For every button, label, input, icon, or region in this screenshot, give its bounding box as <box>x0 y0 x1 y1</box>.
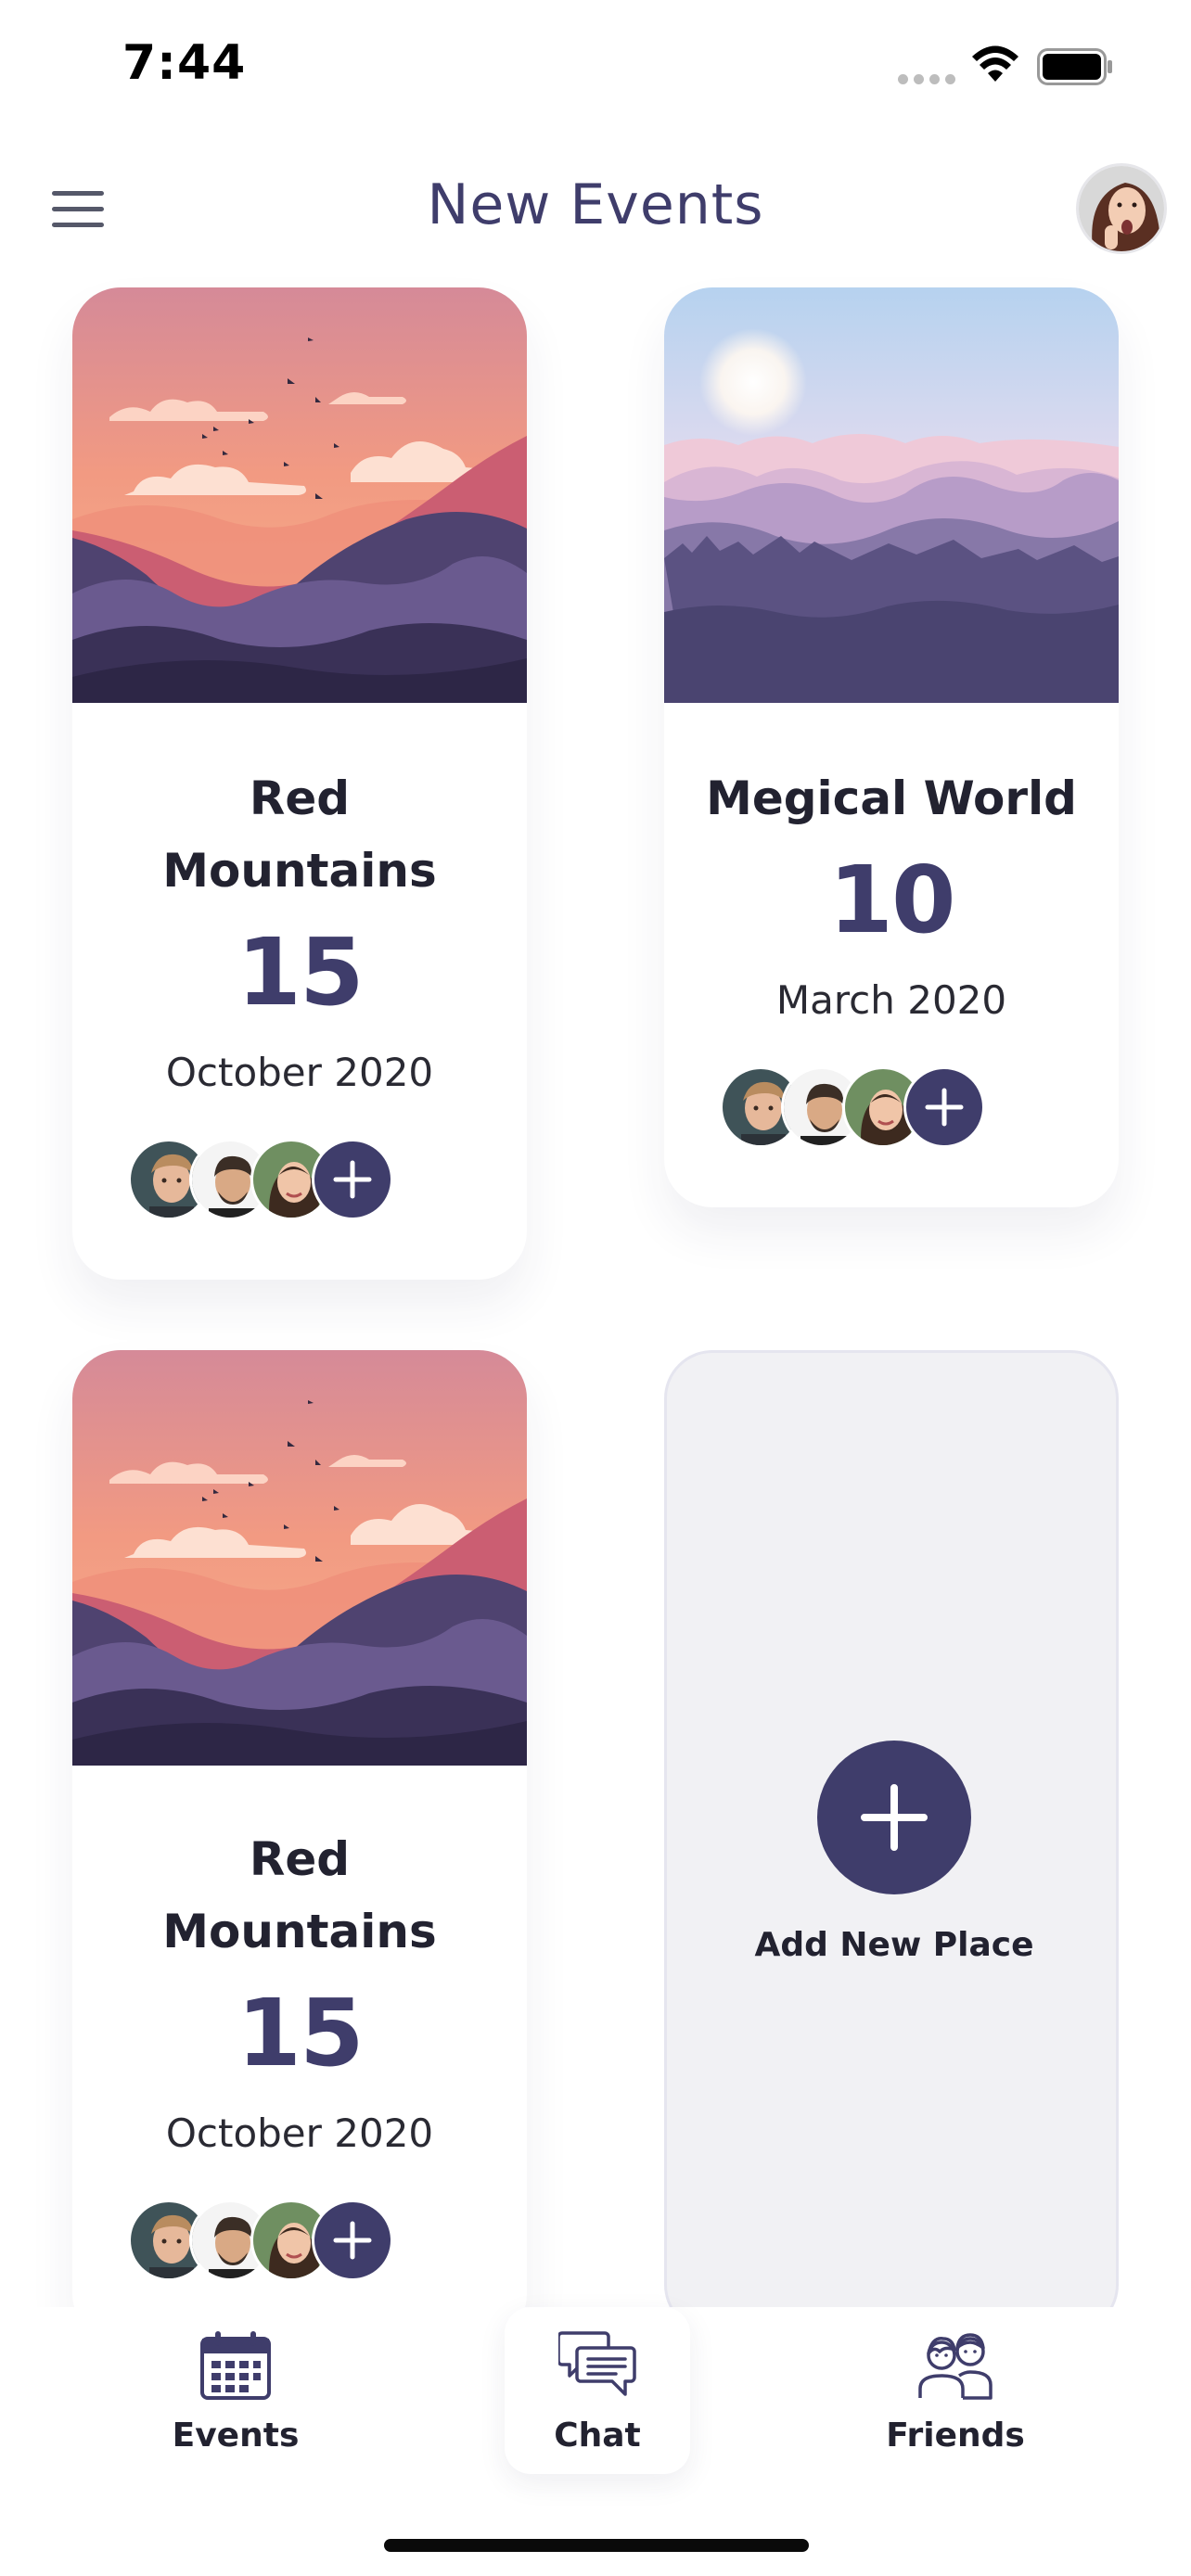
nav-item-events[interactable]: Events <box>143 2307 328 2474</box>
calendar-icon <box>200 2331 271 2400</box>
plus-icon <box>925 1088 964 1127</box>
event-month: October 2020 <box>165 1050 434 1095</box>
event-day: 10 <box>828 846 955 954</box>
plus-icon <box>333 2221 372 2260</box>
event-image <box>72 1350 527 1766</box>
event-image <box>664 287 1119 703</box>
event-card[interactable]: Megical World 10 March 2020 <box>664 287 1119 1207</box>
event-month: October 2020 <box>165 2111 434 2156</box>
event-day: 15 <box>237 918 364 1027</box>
event-card[interactable]: Red Mountains 15 October 2020 <box>72 1350 527 2342</box>
participants-group <box>128 1139 406 1220</box>
nav-item-chat[interactable]: Chat <box>505 2307 690 2474</box>
event-title-line2: Mountains <box>162 1905 437 1958</box>
nav-item-friends[interactable]: Friends <box>863 2307 1048 2474</box>
nav-label-friends: Friends <box>886 2417 1025 2455</box>
event-title: Red <box>249 1832 351 1886</box>
wifi-icon <box>972 45 1018 82</box>
event-title-line2: Mountains <box>162 844 437 898</box>
battery-icon <box>1037 48 1112 85</box>
event-title: Red <box>249 772 351 825</box>
status-bar: 7:44 <box>0 0 1191 139</box>
cellular-signal-icon <box>898 74 955 84</box>
plus-icon <box>333 1160 372 1199</box>
chat-icon <box>558 2331 636 2396</box>
participants-group <box>720 1066 998 1148</box>
participants-group <box>128 2200 406 2281</box>
add-participant-button[interactable] <box>312 1139 393 1220</box>
nav-label-chat: Chat <box>554 2417 641 2455</box>
nav-label-events: Events <box>172 2417 300 2455</box>
friends-icon <box>918 2333 992 2400</box>
event-image <box>72 287 527 703</box>
event-month: March 2020 <box>775 977 1007 1023</box>
bottom-nav: Events Chat Friends <box>0 2307 1191 2576</box>
add-new-place-card[interactable]: Add New Place <box>664 1350 1119 2333</box>
add-participant-button[interactable] <box>903 1066 985 1148</box>
user-avatar[interactable] <box>1076 163 1167 254</box>
home-indicator <box>384 2539 809 2552</box>
plus-icon <box>861 1784 928 1851</box>
event-day: 15 <box>237 1979 364 2087</box>
page-title: New Events <box>427 172 764 237</box>
status-time: 7:44 <box>122 35 247 91</box>
add-new-place-button[interactable] <box>817 1741 971 1894</box>
event-title: Megical World <box>706 772 1077 825</box>
add-new-place-label: Add New Place <box>754 1926 1034 1964</box>
add-participant-button[interactable] <box>312 2200 393 2281</box>
event-card[interactable]: Red Mountains 15 October 2020 <box>72 287 527 1280</box>
